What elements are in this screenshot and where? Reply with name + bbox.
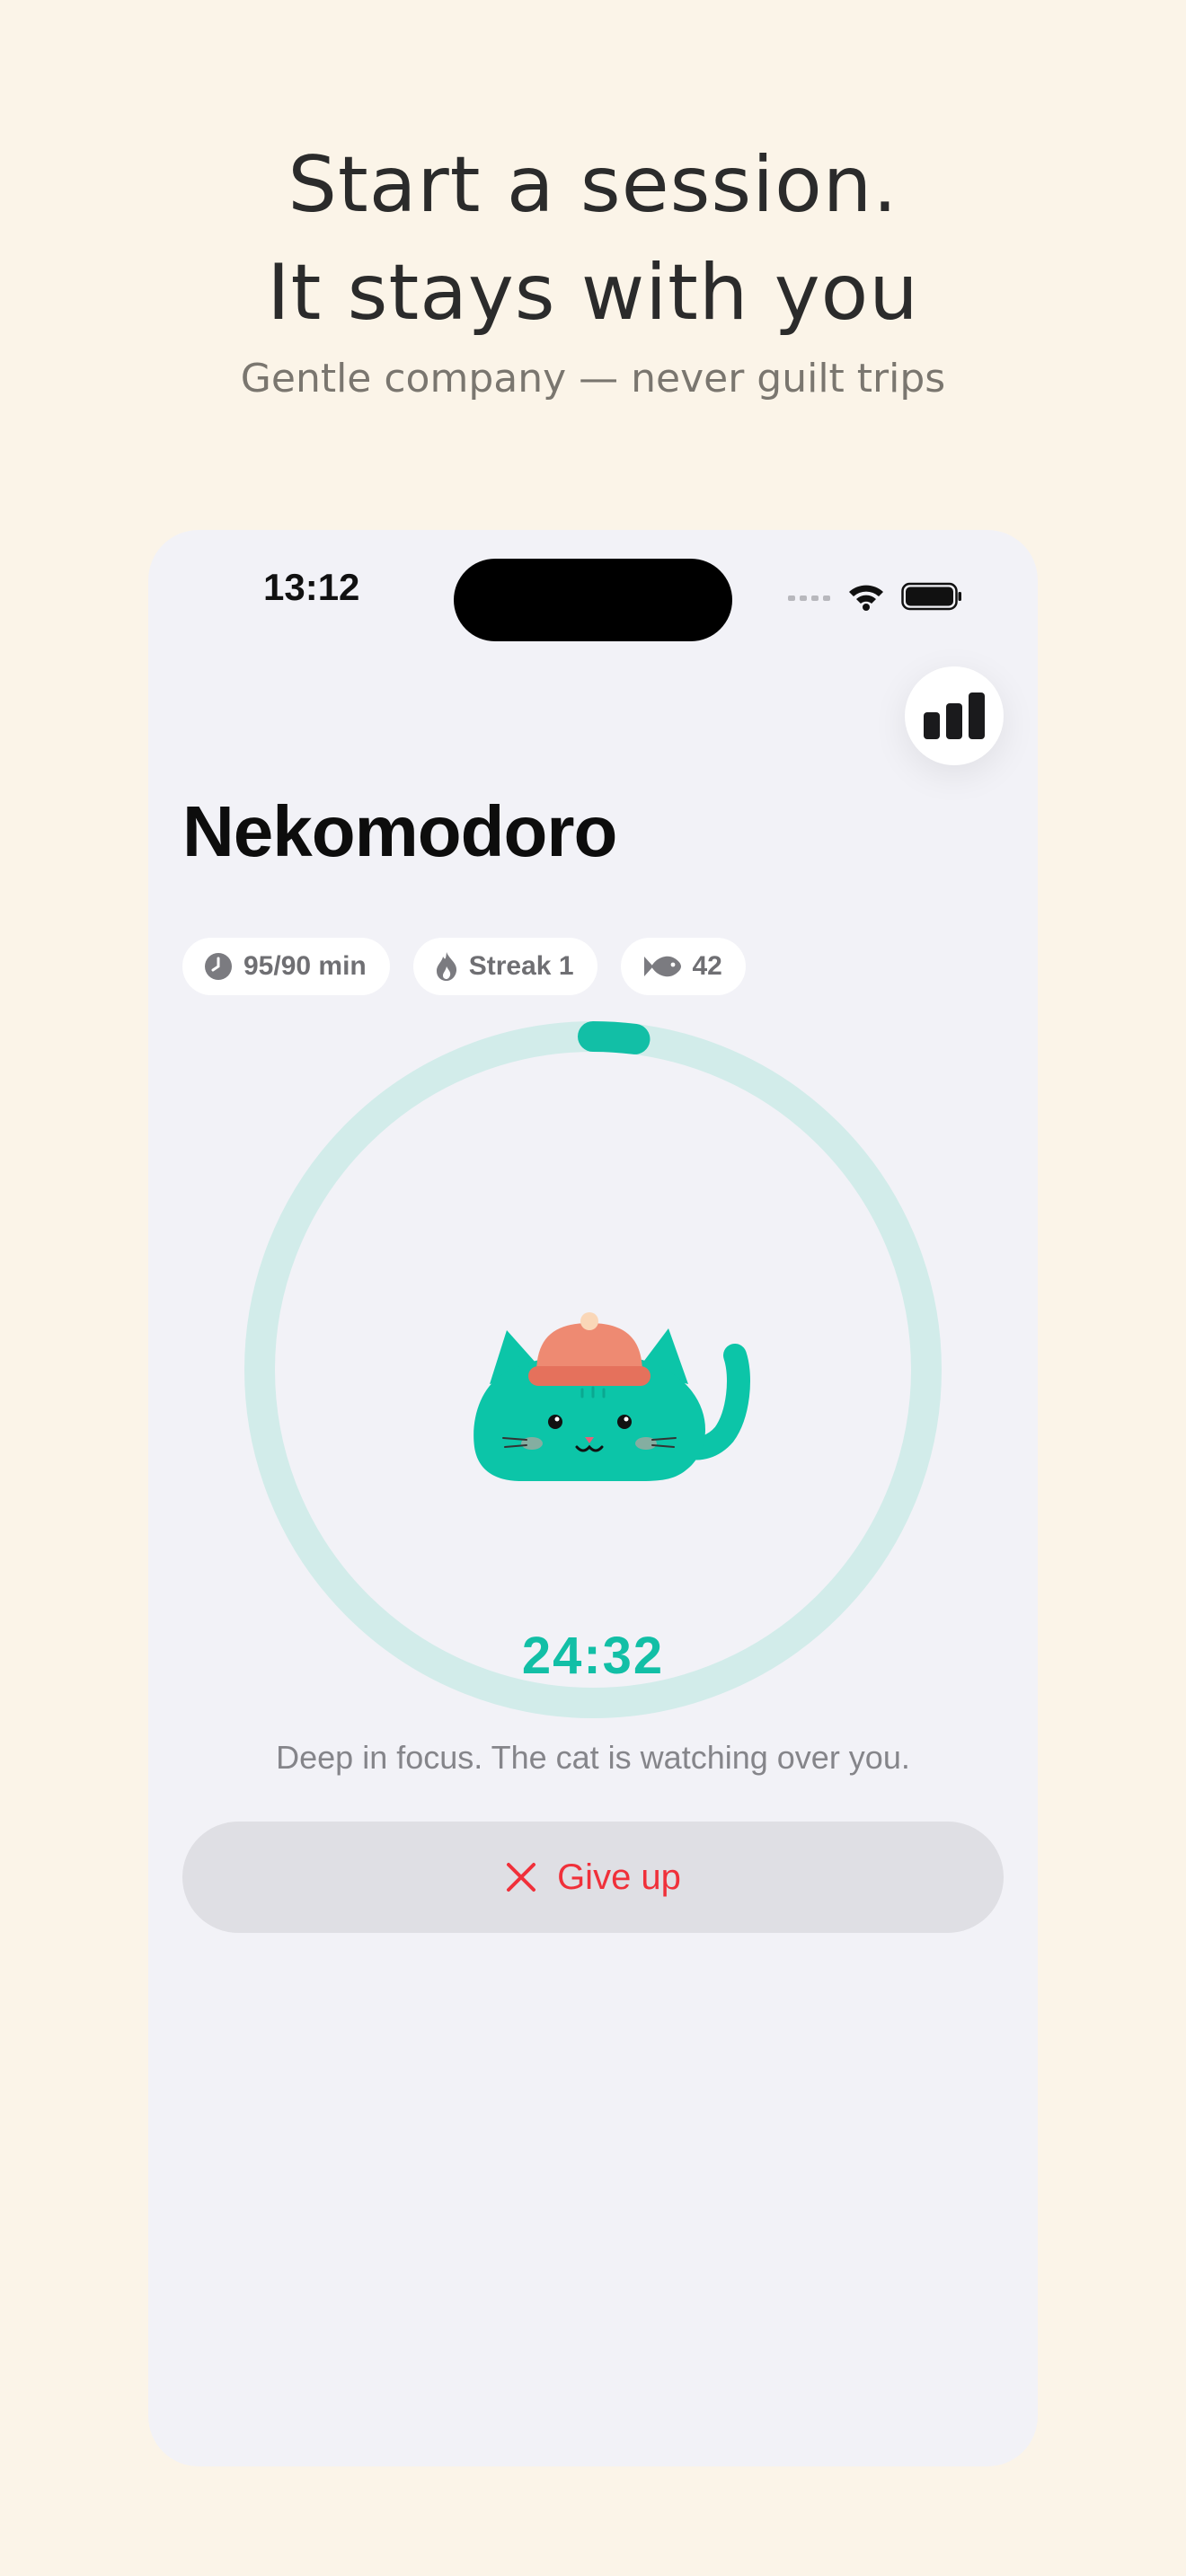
timer-display: 24:32 <box>521 1627 665 1685</box>
promo-subheadline: Gentle company — never guilt trips <box>240 356 946 401</box>
app-title: Nekomodoro <box>182 791 617 871</box>
clock-icon <box>205 953 232 980</box>
chip-fish-label: 42 <box>692 951 722 981</box>
chip-streak-label: Streak 1 <box>468 951 574 981</box>
flame-icon <box>436 952 456 981</box>
battery-icon <box>901 582 961 611</box>
chip-focus-minutes-label: 95/90 min <box>243 951 367 981</box>
signal-icon <box>788 595 830 601</box>
status-icons <box>788 582 962 611</box>
phone-screen: 13:12 Nekomodoro 95/90 min Streak 1 42 2… <box>148 530 1038 2466</box>
wifi-icon <box>849 585 883 611</box>
stats-chips: 95/90 min Streak 1 42 <box>182 938 746 995</box>
focus-message: Deep in focus. The cat is watching over … <box>276 1739 910 1776</box>
dynamic-island <box>454 559 732 641</box>
status-time: 13:12 <box>263 566 360 608</box>
cat-illustration <box>474 1312 750 1481</box>
promo-headline-line2: It stays with you <box>267 248 919 338</box>
bar-chart-icon <box>924 693 985 739</box>
chip-streak: Streak 1 <box>412 938 597 995</box>
focus-ring <box>243 1019 943 1720</box>
promo-headline-line1: Start a session. <box>288 140 898 230</box>
chip-focus-minutes: 95/90 min <box>182 938 390 995</box>
stats-button[interactable] <box>905 666 1004 765</box>
fish-icon <box>643 956 681 977</box>
give-up-button[interactable]: Give up <box>182 1822 1004 1933</box>
close-icon <box>507 1863 536 1892</box>
chip-fish: 42 <box>620 938 746 995</box>
give-up-label: Give up <box>557 1857 681 1897</box>
